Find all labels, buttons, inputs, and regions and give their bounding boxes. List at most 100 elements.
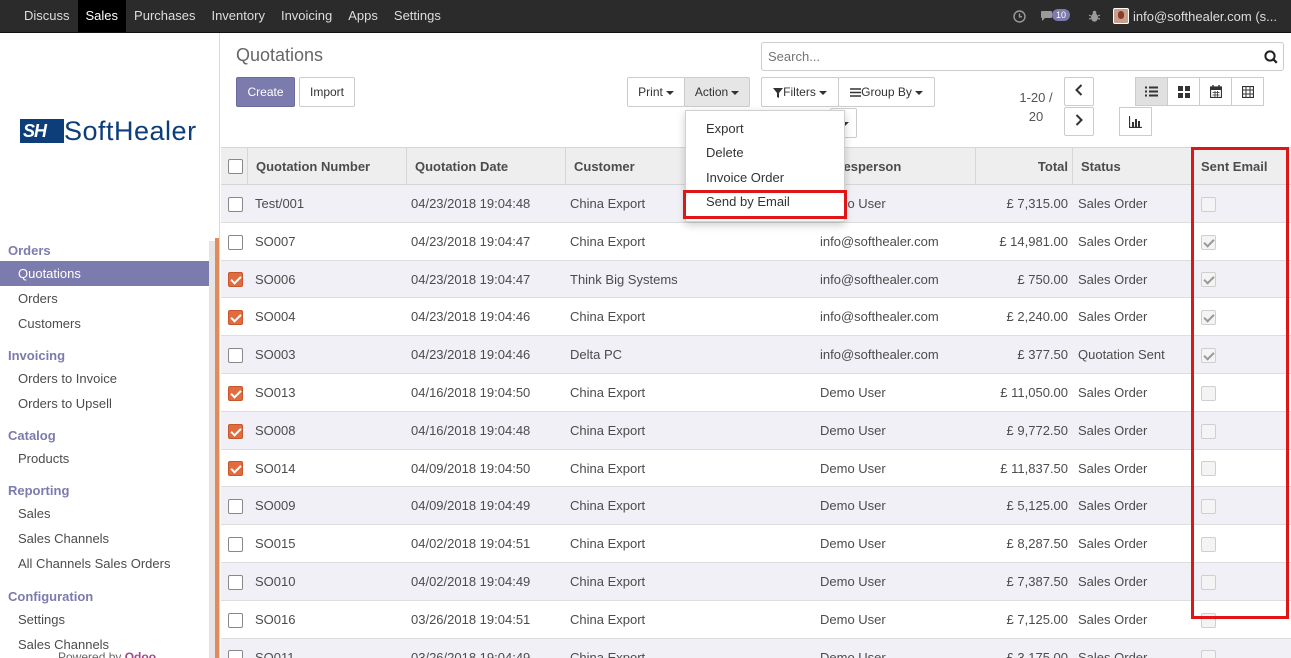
select-all-checkbox[interactable] <box>228 159 243 174</box>
cell-customer: China Export <box>570 309 646 324</box>
cell-date: 04/23/2018 19:04:47 <box>411 234 531 249</box>
col-quotation-number[interactable]: Quotation Number <box>247 148 406 185</box>
import-button[interactable]: Import <box>299 77 355 107</box>
row-select-checkbox[interactable] <box>228 348 243 363</box>
table-row[interactable]: SO003 04/23/2018 19:04:46 Delta PC info@sof… <box>221 336 1291 374</box>
kanban-view-button[interactable] <box>1167 77 1200 106</box>
cell-date: 04/23/2018 19:04:48 <box>411 196 531 211</box>
cell-num: SO009 <box>255 498 296 513</box>
sidebar-item-all-channels-sales-orders[interactable]: All Channels Sales Orders <box>0 551 209 576</box>
cell-customer: China Export <box>570 385 646 400</box>
cell-date: 03/26/2018 19:04:51 <box>411 612 531 627</box>
cell-customer: China Export <box>570 574 646 589</box>
row-select-checkbox[interactable] <box>228 499 243 514</box>
pager-next-button[interactable] <box>1064 107 1094 136</box>
row-select-checkbox[interactable] <box>228 235 243 250</box>
menu-discuss[interactable]: Discuss <box>16 0 78 32</box>
nav-section-reporting: Reporting Sales Sales Channels All Channels… <box>0 481 209 576</box>
user-avatar[interactable] <box>1113 8 1130 24</box>
menu-inventory[interactable]: Inventory <box>203 0 272 32</box>
menu-sales[interactable]: Sales <box>77 0 127 32</box>
graph-view-button[interactable] <box>1119 107 1152 136</box>
sidebar-item-settings[interactable]: Settings <box>0 607 209 632</box>
clock-icon[interactable] <box>1013 9 1026 23</box>
menu-settings[interactable]: Settings <box>386 0 449 32</box>
action-dropdown-button[interactable]: Action <box>684 77 750 107</box>
cell-total: £ 750.00 <box>1017 272 1068 287</box>
chevron-right-icon <box>1075 114 1083 126</box>
row-select-checkbox[interactable] <box>228 197 243 212</box>
menu-invoicing[interactable]: Invoicing <box>273 0 340 32</box>
row-select-checkbox[interactable] <box>228 613 243 628</box>
user-menu[interactable]: info@softhealer.com (s... <box>1133 9 1277 24</box>
cell-num: SO007 <box>255 234 296 249</box>
row-select-checkbox[interactable] <box>228 272 243 287</box>
table-row[interactable]: SO008 04/16/2018 19:04:48 China Export Demo… <box>221 412 1291 450</box>
col-total[interactable]: Total <box>975 148 1072 185</box>
search-input[interactable] <box>761 42 1284 71</box>
table-row[interactable]: SO007 04/23/2018 19:04:47 China Export info… <box>221 223 1291 261</box>
row-select-checkbox[interactable] <box>228 386 243 401</box>
table-row[interactable]: SO016 03/26/2018 19:04:51 China Export Demo… <box>221 601 1291 639</box>
row-select-checkbox[interactable] <box>228 575 243 590</box>
cell-salesperson: info@softhealer.com <box>820 272 939 287</box>
sidebar-item-products[interactable]: Products <box>0 446 209 471</box>
cell-num: SO004 <box>255 309 296 324</box>
row-select-checkbox[interactable] <box>228 650 243 658</box>
sidebar-item-sales-channels[interactable]: Sales Channels <box>0 526 209 551</box>
invoice-order-menu-item[interactable]: Invoice Order <box>706 170 784 185</box>
cell-total: £ 377.50 <box>1017 347 1068 362</box>
table-row[interactable]: SO011 03/26/2018 19:04:49 China Export Demo… <box>221 639 1291 658</box>
bug-icon[interactable] <box>1088 10 1101 23</box>
cell-customer: Think Big Systems <box>570 272 678 287</box>
table-row[interactable]: SO015 04/02/2018 19:04:51 China Export Demo… <box>221 525 1291 563</box>
print-label: Print <box>638 85 663 99</box>
export-menu-item[interactable]: Export <box>706 121 744 136</box>
table-row[interactable]: SO014 04/09/2018 19:04:50 China Export Demo… <box>221 450 1291 487</box>
table-row[interactable]: SO010 04/02/2018 19:04:49 China Export Demo… <box>221 563 1291 601</box>
row-select-checkbox[interactable] <box>228 461 243 476</box>
sidebar-item-orders-to-invoice[interactable]: Orders to Invoice <box>0 366 209 391</box>
sidebar-item-sales[interactable]: Sales <box>0 501 209 526</box>
pager-value[interactable]: 1-20 / 20 <box>1015 88 1057 126</box>
cell-num: SO016 <box>255 612 296 627</box>
filters-button[interactable]: Filters <box>761 77 839 107</box>
sidebar-item-orders-to-upsell[interactable]: Orders to Upsell <box>0 391 209 416</box>
sidebar-item-orders[interactable]: Orders <box>0 286 209 311</box>
cell-customer: China Export <box>570 234 646 249</box>
pivot-view-button[interactable] <box>1231 77 1264 106</box>
cell-status: Quotation Sent <box>1078 347 1165 362</box>
delete-menu-item[interactable]: Delete <box>706 145 744 160</box>
list-view-button[interactable] <box>1135 77 1168 106</box>
sidebar-item-customers[interactable]: Customers <box>0 311 209 336</box>
menu-purchases[interactable]: Purchases <box>126 0 203 32</box>
bar-chart-icon <box>1129 115 1142 128</box>
cell-status: Sales Order <box>1078 461 1148 476</box>
print-dropdown-button[interactable]: Print <box>627 77 685 107</box>
col-status[interactable]: Status <box>1072 148 1192 185</box>
table-row[interactable]: SO013 04/16/2018 19:04:50 China Export Demo… <box>221 374 1291 412</box>
cell-customer: China Export <box>570 650 646 658</box>
chat-icon[interactable]: 10 <box>1040 9 1074 23</box>
calendar-view-button[interactable] <box>1199 77 1232 106</box>
calendar-view-icon <box>1209 85 1222 98</box>
create-button[interactable]: Create <box>236 77 295 107</box>
cell-salesperson: info@softhealer.com <box>820 309 939 324</box>
cell-date: 04/09/2018 19:04:50 <box>411 461 531 476</box>
groupby-button[interactable]: Group By <box>838 77 935 107</box>
top-navbar: Discuss Sales Purchases Inventory Invoicing A… <box>0 0 1291 33</box>
row-select-checkbox[interactable] <box>228 424 243 439</box>
cell-status: Sales Order <box>1078 498 1148 513</box>
table-row[interactable]: SO004 04/23/2018 19:04:46 China Export info… <box>221 298 1291 336</box>
table-row[interactable]: SO009 04/09/2018 19:04:49 China Export Demo… <box>221 487 1291 525</box>
col-quotation-date[interactable]: Quotation Date <box>406 148 565 185</box>
pager-previous-button[interactable] <box>1064 77 1094 106</box>
row-select-checkbox[interactable] <box>228 310 243 325</box>
menu-apps[interactable]: Apps <box>340 0 386 32</box>
table-row[interactable]: SO006 04/23/2018 19:04:47 Think Big System… <box>221 261 1291 298</box>
search-icon[interactable] <box>1264 50 1278 64</box>
nav-heading-catalog: Catalog <box>8 428 56 443</box>
row-select-checkbox[interactable] <box>228 537 243 552</box>
action-label: Action <box>694 85 729 99</box>
sidebar-item-quotations[interactable]: Quotations <box>0 261 209 286</box>
